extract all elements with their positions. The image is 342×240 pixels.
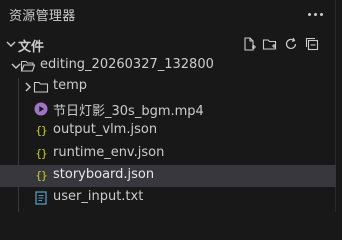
new-file-icon[interactable] [241,36,257,52]
section-header-files[interactable]: 文件 [0,33,336,55]
folder-icon [33,79,49,95]
tree-item-label: storyboard.json [53,167,155,182]
json-file-icon: {} [35,147,47,160]
section-actions [241,36,320,52]
json-file-icon: {} [35,124,47,137]
section-title: 文件 [18,40,45,55]
chevron-down-icon [3,36,19,52]
tree-root-label: editing_20260327_132800 [40,57,214,72]
tree-root-folder[interactable]: editing_20260327_132800 [0,55,336,77]
explorer-panel: 资源管理器 文件 editing_20260327_132800 temp 节日… [0,0,342,212]
folder-open-icon [20,58,36,74]
new-folder-icon[interactable] [262,36,278,52]
panel-header: 资源管理器 [0,0,342,28]
tree-item-label: user_input.txt [53,189,144,204]
tree-item-video[interactable]: 节日灯影_30s_bgm.mp4 [0,98,336,120]
video-file-icon [33,101,49,117]
tree-item-json[interactable]: {} output_vlm.json [0,120,336,142]
refresh-icon[interactable] [283,36,299,52]
more-horizontal-icon[interactable] [306,6,324,22]
tree-item-label: output_vlm.json [53,122,158,137]
tree-item-text[interactable]: user_input.txt [0,187,336,209]
json-file-icon: {} [35,169,47,182]
tree-item-json[interactable]: {} runtime_env.json [0,143,336,165]
text-file-icon [33,190,49,206]
tree-item-json-selected[interactable]: {} storyboard.json [0,165,336,187]
tree-item-label: 节日灯影_30s_bgm.mp4 [53,104,204,119]
tree-item-label: temp [53,78,88,93]
tree-item-temp[interactable]: temp [0,76,336,98]
tree-item-label: runtime_env.json [53,145,165,160]
collapse-all-icon[interactable] [304,36,320,52]
panel-title: 资源管理器 [9,8,76,24]
